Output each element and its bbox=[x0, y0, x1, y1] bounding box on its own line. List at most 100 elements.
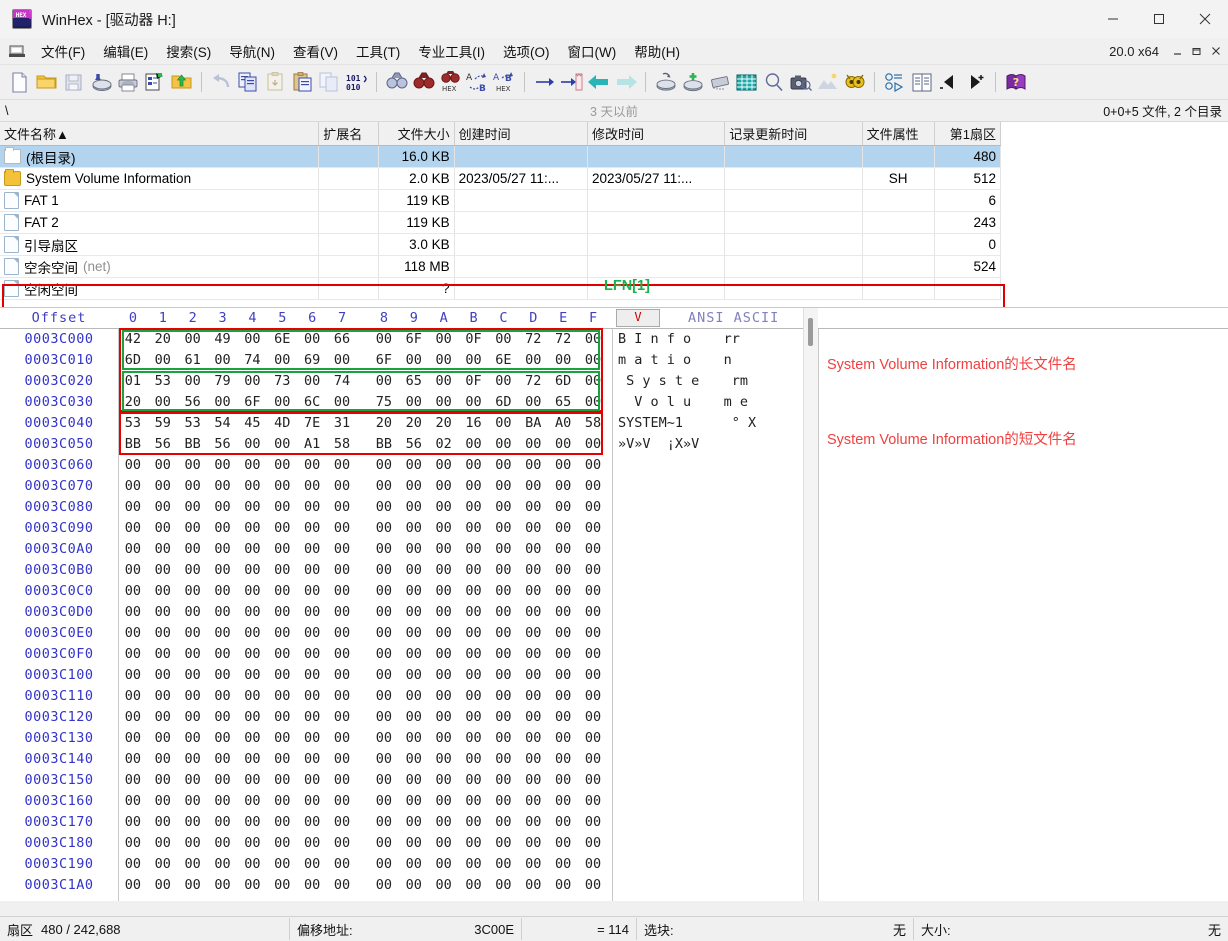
hex-byte[interactable]: 00 bbox=[459, 793, 489, 809]
save-icon[interactable] bbox=[60, 68, 87, 96]
hex-byte[interactable]: 00 bbox=[578, 562, 608, 578]
hex-byte[interactable]: 00 bbox=[548, 688, 578, 704]
hex-byte[interactable]: 54 bbox=[208, 415, 238, 431]
hex-byte[interactable]: 7E bbox=[297, 415, 327, 431]
hex-byte[interactable]: 00 bbox=[369, 604, 399, 620]
hex-byte[interactable]: 00 bbox=[238, 520, 268, 536]
hex-byte[interactable]: 00 bbox=[118, 751, 148, 767]
hex-byte[interactable]: 00 bbox=[369, 478, 399, 494]
menu-help[interactable]: 帮助(H) bbox=[625, 38, 689, 64]
hex-byte[interactable]: 00 bbox=[578, 373, 608, 389]
hex-byte[interactable]: 00 bbox=[148, 562, 178, 578]
hex-byte[interactable]: 00 bbox=[238, 373, 268, 389]
mdi-restore-button[interactable] bbox=[1188, 43, 1205, 60]
hex-byte[interactable]: 00 bbox=[459, 646, 489, 662]
hex-byte[interactable]: 00 bbox=[518, 604, 548, 620]
hex-byte[interactable]: 00 bbox=[518, 730, 548, 746]
hex-byte[interactable]: 00 bbox=[238, 478, 268, 494]
hex-byte[interactable]: 00 bbox=[148, 835, 178, 851]
hex-byte[interactable]: 69 bbox=[297, 352, 327, 368]
hex-byte[interactable]: 65 bbox=[399, 373, 429, 389]
hex-byte[interactable]: 00 bbox=[118, 562, 148, 578]
hex-byte[interactable]: 00 bbox=[489, 793, 519, 809]
hex-byte[interactable]: 00 bbox=[518, 646, 548, 662]
hex-row[interactable]: 0003C14000000000000000000000000000000000 bbox=[0, 748, 1228, 769]
hex-row-bytes[interactable]: 00000000000000000000000000000000 bbox=[118, 667, 608, 683]
hex-row-bytes[interactable]: 00000000000000000000000000000000 bbox=[118, 478, 608, 494]
new-file-icon[interactable] bbox=[6, 68, 33, 96]
hex-byte[interactable]: 00 bbox=[148, 457, 178, 473]
hex-byte[interactable]: 00 bbox=[208, 709, 238, 725]
table-row[interactable]: FAT 1 119 KB 6 bbox=[0, 190, 1001, 212]
hex-byte[interactable]: 00 bbox=[297, 373, 327, 389]
hex-byte[interactable]: 0F bbox=[459, 331, 489, 347]
hex-row-bytes[interactable]: 00000000000000000000000000000000 bbox=[118, 562, 608, 578]
hex-byte[interactable]: 00 bbox=[148, 541, 178, 557]
column-header-modified[interactable]: 修改时间 bbox=[587, 122, 724, 146]
hex-byte[interactable]: 00 bbox=[429, 373, 459, 389]
hex-byte[interactable]: 00 bbox=[399, 814, 429, 830]
open-disk2-icon[interactable] bbox=[652, 68, 679, 96]
hex-byte[interactable]: 00 bbox=[327, 667, 357, 683]
hex-byte[interactable]: 00 bbox=[548, 793, 578, 809]
hex-byte[interactable]: 59 bbox=[148, 415, 178, 431]
hex-byte[interactable]: 00 bbox=[327, 646, 357, 662]
hex-byte[interactable]: 00 bbox=[548, 562, 578, 578]
hex-byte[interactable]: 00 bbox=[578, 394, 608, 410]
status-equals[interactable]: = 114 bbox=[522, 918, 637, 940]
prev-block-icon[interactable] bbox=[935, 68, 962, 96]
hex-byte[interactable]: 00 bbox=[297, 520, 327, 536]
hex-byte[interactable]: 00 bbox=[518, 709, 548, 725]
hex-byte[interactable]: 00 bbox=[459, 436, 489, 452]
paste-into-new-icon[interactable] bbox=[262, 68, 289, 96]
hex-byte[interactable]: 00 bbox=[118, 814, 148, 830]
hex-row-ascii[interactable]: »V»V ¡X»V bbox=[618, 436, 748, 452]
hex-byte[interactable]: 00 bbox=[327, 583, 357, 599]
hex-byte[interactable]: 00 bbox=[208, 457, 238, 473]
undo-icon[interactable] bbox=[208, 68, 235, 96]
hex-byte[interactable]: 20 bbox=[399, 415, 429, 431]
hex-byte[interactable]: 00 bbox=[297, 541, 327, 557]
hex-row-bytes[interactable]: 00000000000000000000000000000000 bbox=[118, 604, 608, 620]
hex-byte[interactable]: 00 bbox=[489, 436, 519, 452]
hex-row[interactable]: 0003C0F000000000000000000000000000000000 bbox=[0, 643, 1228, 664]
hex-byte[interactable]: 00 bbox=[178, 667, 208, 683]
hex-byte[interactable]: 00 bbox=[208, 394, 238, 410]
hex-byte[interactable]: 00 bbox=[118, 688, 148, 704]
hex-byte[interactable]: 00 bbox=[518, 877, 548, 893]
hex-byte[interactable]: 00 bbox=[208, 730, 238, 746]
hex-row[interactable]: 0003C0B000000000000000000000000000000000 bbox=[0, 559, 1228, 580]
hex-byte[interactable]: 00 bbox=[369, 457, 399, 473]
hex-byte[interactable]: 00 bbox=[238, 688, 268, 704]
hex-byte[interactable]: 00 bbox=[429, 856, 459, 872]
ram-editor-icon[interactable] bbox=[706, 68, 733, 96]
disk-properties-icon[interactable] bbox=[141, 68, 168, 96]
hex-byte[interactable]: 00 bbox=[518, 457, 548, 473]
hex-byte[interactable]: 00 bbox=[148, 604, 178, 620]
hex-byte[interactable]: 00 bbox=[548, 751, 578, 767]
hex-byte[interactable]: 00 bbox=[267, 793, 297, 809]
hex-byte[interactable]: 00 bbox=[369, 331, 399, 347]
hex-byte[interactable]: 00 bbox=[399, 562, 429, 578]
hex-byte[interactable]: 00 bbox=[118, 730, 148, 746]
hex-byte[interactable]: 00 bbox=[429, 730, 459, 746]
hex-byte[interactable]: 00 bbox=[548, 436, 578, 452]
hex-byte[interactable]: 00 bbox=[369, 730, 399, 746]
hex-byte[interactable]: 00 bbox=[208, 583, 238, 599]
hex-byte[interactable]: 00 bbox=[369, 583, 399, 599]
hex-byte[interactable]: 00 bbox=[297, 583, 327, 599]
hex-byte[interactable]: 00 bbox=[267, 688, 297, 704]
hex-byte[interactable]: 00 bbox=[118, 877, 148, 893]
hex-byte[interactable]: 00 bbox=[489, 457, 519, 473]
hex-row-ascii[interactable]: V o l u m e bbox=[618, 394, 756, 410]
hex-byte[interactable]: 00 bbox=[489, 541, 519, 557]
hex-byte[interactable]: 00 bbox=[267, 394, 297, 410]
hex-row-ascii[interactable]: B I n f o rr bbox=[618, 331, 748, 347]
hex-byte[interactable]: 00 bbox=[429, 751, 459, 767]
hex-byte[interactable]: 00 bbox=[148, 646, 178, 662]
hex-byte[interactable]: 00 bbox=[399, 583, 429, 599]
hex-byte[interactable]: 00 bbox=[459, 541, 489, 557]
hex-byte[interactable]: 00 bbox=[369, 562, 399, 578]
hex-byte[interactable]: 00 bbox=[518, 583, 548, 599]
hex-byte[interactable]: 00 bbox=[459, 730, 489, 746]
